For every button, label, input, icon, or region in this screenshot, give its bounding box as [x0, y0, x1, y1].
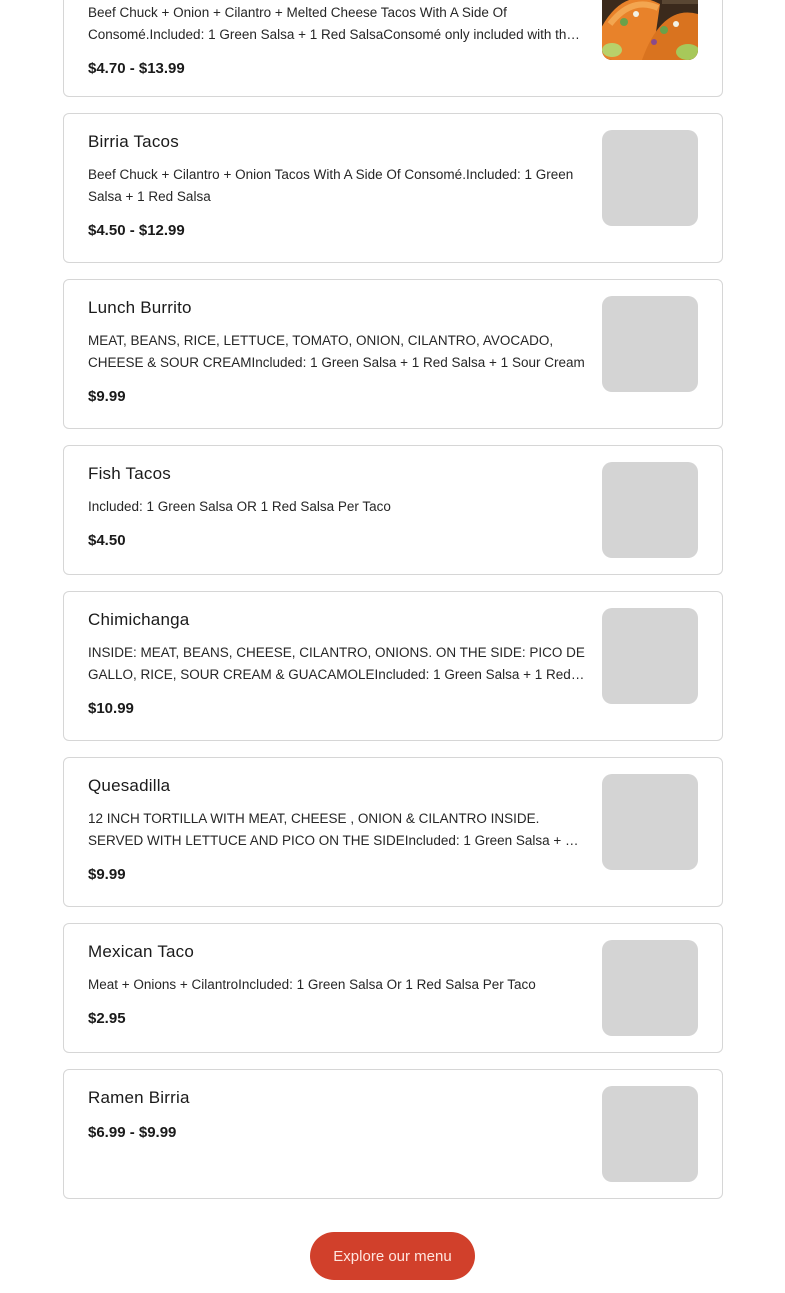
menu-item-text: Fish Tacos Included: 1 Green Salsa OR 1 … [88, 462, 586, 552]
menu-item-text: Mexican Taco Meat + Onions + CilantroInc… [88, 940, 586, 1030]
menu-item-image-placeholder [602, 940, 698, 1036]
menu-item-description: Beef Chuck + Onion + Cilantro + Melted C… [88, 5, 574, 42]
menu-item-image-placeholder [602, 130, 698, 226]
menu-item-text: Chimichanga INSIDE: MEAT, BEANS, CHEESE,… [88, 608, 586, 720]
menu-item-description: INSIDE: MEAT, BEANS, CHEESE, CILANTRO, O… [88, 645, 585, 682]
menu-item-price: $6.99 - $9.99 [88, 1124, 177, 1141]
menu-item-description: MEAT, BEANS, RICE, LETTUCE, TOMATO, ONIO… [88, 333, 585, 370]
menu-item-card[interactable]: Quesadilla 12 INCH TORTILLA WITH MEAT, C… [63, 757, 723, 907]
menu-item-image-placeholder [602, 462, 698, 558]
menu-item-price: $9.99 [88, 388, 126, 405]
menu-item-price: $4.50 - $12.99 [88, 222, 185, 239]
tacos-photo [602, 0, 698, 60]
menu-item-name: Ramen Birria [88, 1088, 190, 1107]
explore-menu-button[interactable]: Explore our menu [310, 1232, 475, 1280]
menu-item-text: Birria Tacos Beef Chuck + Cilantro + Oni… [88, 130, 586, 242]
menu-item-price: $4.70 - $13.99 [88, 60, 185, 77]
menu-item-description: Included: 1 Green Salsa OR 1 Red Salsa P… [88, 499, 391, 514]
menu-item-name: Birria Tacos [88, 132, 179, 151]
menu-item-card[interactable]: Beef Chuck + Onion + Cilantro + Melted C… [63, 0, 723, 97]
menu-item-card[interactable]: Lunch Burrito MEAT, BEANS, RICE, LETTUCE… [63, 279, 723, 429]
menu-item-description: Beef Chuck + Cilantro + Onion Tacos With… [88, 167, 574, 204]
menu-item-image-placeholder [602, 608, 698, 704]
menu-item-card[interactable]: Birria Tacos Beef Chuck + Cilantro + Oni… [63, 113, 723, 263]
menu-item-name: Quesadilla [88, 776, 171, 795]
menu-item-name: Mexican Taco [88, 942, 195, 961]
menu-item-text: Ramen Birria $6.99 - $9.99 [88, 1086, 586, 1144]
menu-item-card[interactable]: Chimichanga INSIDE: MEAT, BEANS, CHEESE,… [63, 591, 723, 741]
menu-item-card[interactable]: Fish Tacos Included: 1 Green Salsa OR 1 … [63, 445, 723, 575]
menu-item-price: $4.50 [88, 532, 126, 549]
menu-item-description: 12 INCH TORTILLA WITH MEAT, CHEESE , ONI… [88, 811, 573, 848]
menu-item-image-placeholder [602, 774, 698, 870]
menu-item-image-placeholder [602, 296, 698, 392]
menu-item-card[interactable]: Mexican Taco Meat + Onions + CilantroInc… [63, 923, 723, 1053]
menu-item-text: Lunch Burrito MEAT, BEANS, RICE, LETTUCE… [88, 296, 586, 408]
menu-item-text: Quesadilla 12 INCH TORTILLA WITH MEAT, C… [88, 774, 586, 886]
menu-item-price: $2.95 [88, 1010, 126, 1027]
menu-item-price: $9.99 [88, 866, 126, 883]
menu-item-card[interactable]: Ramen Birria $6.99 - $9.99 [63, 1069, 723, 1199]
menu-item-name: Chimichanga [88, 610, 190, 629]
menu-item-price: $10.99 [88, 700, 134, 717]
menu-item-image-placeholder [602, 1086, 698, 1182]
menu-item-name: Fish Tacos [88, 464, 171, 483]
menu-item-list: Beef Chuck + Onion + Cilantro + Melted C… [63, 0, 723, 1215]
menu-item-name: Lunch Burrito [88, 298, 192, 317]
menu-item-text: Beef Chuck + Onion + Cilantro + Melted C… [88, 2, 586, 80]
menu-item-description: Meat + Onions + CilantroIncluded: 1 Gree… [88, 977, 536, 992]
